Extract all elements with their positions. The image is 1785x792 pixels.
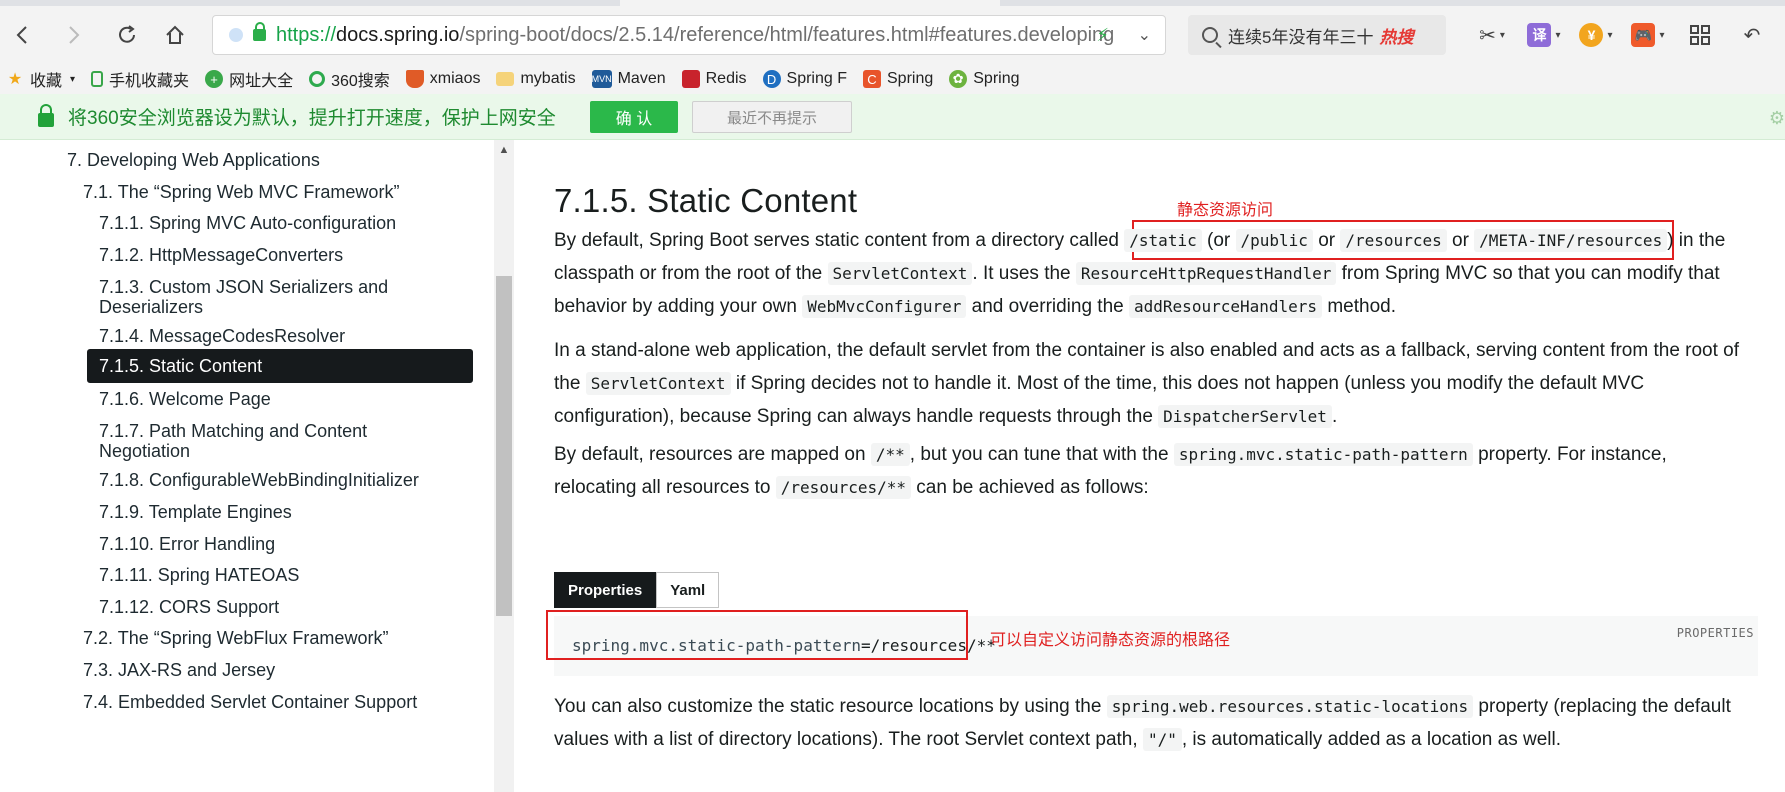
redis-icon <box>681 70 700 88</box>
search-suggestion: 连续5年没有年三十 <box>1228 27 1374 47</box>
url-text[interactable]: https://docs.spring.io/spring-boot/docs/… <box>276 24 1114 47</box>
translate-icon[interactable]: 译 ▾ <box>1522 19 1566 51</box>
hot-search-badge: 热搜 <box>1379 27 1414 47</box>
bookmark-redis[interactable]: Redis <box>681 70 747 88</box>
toc-item-active[interactable]: 7.1.5. Static Content <box>87 349 473 383</box>
forward-arrow-icon <box>69 26 80 44</box>
star-icon: ★ <box>7 71 23 88</box>
toc-item[interactable]: 7.1. The “Spring Web MVC Framework” <box>83 182 399 202</box>
scrollbar-thumb[interactable] <box>496 276 512 616</box>
lock-icon <box>38 103 54 127</box>
url-path: /spring-boot/docs/2.5.14/reference/html/… <box>459 23 1115 46</box>
reload-icon <box>119 25 135 43</box>
annotation-static-access: 静态资源访问 <box>1177 202 1274 219</box>
toc-item[interactable]: 7.4. Embedded Servlet Container Support <box>83 692 417 712</box>
undo-icon[interactable]: ↶ <box>1730 19 1774 51</box>
scissors-icon[interactable]: ✂ ▾ <box>1470 19 1514 51</box>
scroll-up-icon[interactable]: ▲ <box>494 144 514 158</box>
bookmark-spring-leaf[interactable]: ✿ Spring <box>949 70 1020 88</box>
chevron-down-icon: ▾ <box>70 73 76 85</box>
bookmark-360search[interactable]: 360搜索 <box>309 67 390 91</box>
paragraph-static-dirs: By default, Spring Boot serves static co… <box>554 229 1726 318</box>
toc-item[interactable]: 7.2. The “Spring WebFlux Framework” <box>83 628 388 648</box>
nav-icon: + <box>205 70 224 88</box>
home-icon <box>166 25 184 44</box>
game-icon[interactable]: 🎮 ▾ <box>1626 19 1670 51</box>
toc-item[interactable]: 7.1.4. MessageCodesResolver <box>99 326 429 346</box>
toc-item[interactable]: 7.1.11. Spring HATEOAS <box>99 565 429 585</box>
toc-item[interactable]: 7.1.2. HttpMessageConverters <box>99 245 429 265</box>
spring-d-icon: D <box>762 70 781 88</box>
url-scheme: https:// <box>276 23 337 46</box>
paragraph-default-servlet: In a stand-alone web application, the de… <box>554 340 1740 428</box>
toc-item[interactable]: 7.1.10. Error Handling <box>99 534 429 554</box>
back-arrow-icon <box>16 26 27 44</box>
toc-item[interactable]: 7.1.3. Custom JSON Serializers and Deser… <box>99 277 429 317</box>
reload-button[interactable] <box>106 14 148 56</box>
bookmark-spring-f[interactable]: D Spring F <box>762 70 847 88</box>
toolbar-icons: ✂ ▾ 译 ▾ ¥ ▾ 🎮 ▾ ↶ <box>1470 6 1774 64</box>
forward-button[interactable] <box>52 14 94 56</box>
code-language-label: PROPERTIES <box>1676 626 1754 640</box>
toc-item[interactable]: 7.3. JAX-RS and Jersey <box>83 660 275 680</box>
xm-icon <box>405 70 424 88</box>
settings-gear-icon[interactable]: ⚙ <box>1769 108 1785 129</box>
confirm-button[interactable]: 确 认 <box>590 101 678 133</box>
bookmark-maven[interactable]: MVN Maven <box>591 70 666 88</box>
search360-icon <box>309 71 326 87</box>
back-button[interactable] <box>2 14 44 56</box>
bookmark-spring-c[interactable]: C Spring <box>863 70 933 88</box>
bookmark-xmiaos[interactable]: xmiaos <box>405 70 480 88</box>
grid-icon[interactable] <box>1678 19 1722 51</box>
home-button[interactable] <box>154 14 196 56</box>
folder-icon <box>496 72 515 86</box>
toc-item[interactable]: 7.1.1. Spring MVC Auto-configuration <box>99 213 429 233</box>
secure-lock-icon <box>253 22 266 41</box>
spring-leaf-icon: ✿ <box>949 70 968 88</box>
spring-c-icon: C <box>863 70 881 88</box>
bookmarks-bar: ★ 收藏 ▾ 手机收藏夹 + 网址大全 360搜索 xmiaos mybatis MV… <box>0 64 1785 94</box>
infobar-message: 将360安全浏览器设为默认，提升打开速度，保护上网安全 <box>68 108 556 129</box>
bookmark-favorites[interactable]: ★ 收藏 ▾ <box>6 67 75 91</box>
toc-item[interactable]: 7.1.6. Welcome Page <box>99 389 429 409</box>
page-title: 7.1.5. Static Content <box>554 182 858 219</box>
code-tabs: Properties Yaml <box>554 572 720 608</box>
toc-scrollbar[interactable]: ▲ <box>494 140 514 792</box>
bookmark-nav[interactable]: + 网址大全 <box>205 67 293 91</box>
bookmark-mobile[interactable]: 手机收藏夹 <box>91 67 189 91</box>
toc-item[interactable]: 7.1.9. Template Engines <box>99 502 429 522</box>
coin-icon[interactable]: ¥ ▾ <box>1574 19 1618 51</box>
speed-mode-icon[interactable]: ⚡ <box>1096 25 1109 46</box>
maven-icon: MVN <box>591 70 612 88</box>
site-shield-icon <box>229 28 243 42</box>
tab-yaml[interactable]: Yaml <box>656 572 720 608</box>
toc-item[interactable]: 7. Developing Web Applications <box>67 150 320 170</box>
search-icon <box>1202 27 1218 43</box>
dismiss-button[interactable]: 最近不再提示 <box>692 101 852 133</box>
default-browser-infobar: 将360安全浏览器设为默认，提升打开速度，保护上网安全 确 认 最近不再提示 ⚙ <box>0 94 1785 140</box>
bookmark-mybatis[interactable]: mybatis <box>496 70 576 88</box>
toc-sidebar: 7. Developing Web Applications 7.1. The … <box>0 140 492 792</box>
search-box[interactable]: 连续5年没有年三十 热搜 <box>1188 15 1446 55</box>
chevron-down-icon[interactable]: ⌄ <box>1138 25 1151 45</box>
annotation-box-path <box>546 610 968 660</box>
url-host: docs.spring.io <box>336 23 460 46</box>
address-bar[interactable]: https://docs.spring.io/spring-boot/docs/… <box>212 15 1166 55</box>
toc-item[interactable]: 7.1.12. CORS Support <box>99 597 429 617</box>
paragraph-static-locations: You can also customize the static resour… <box>554 695 1731 751</box>
toc-item[interactable]: 7.1.8. ConfigurableWebBindingInitializer <box>99 470 429 490</box>
tab-properties[interactable]: Properties <box>554 572 657 608</box>
phone-icon <box>91 71 104 87</box>
annotation-custom-path: 可以自定义访问静态资源的根路径 <box>990 632 1231 649</box>
toc-item[interactable]: 7.1.7. Path Matching and Content Negotia… <box>99 421 429 461</box>
main-content: 7.1.5. Static Content 静态资源访问 By default,… <box>514 140 1785 792</box>
paragraph-path-pattern: By default, resources are mapped on /**,… <box>554 443 1667 499</box>
